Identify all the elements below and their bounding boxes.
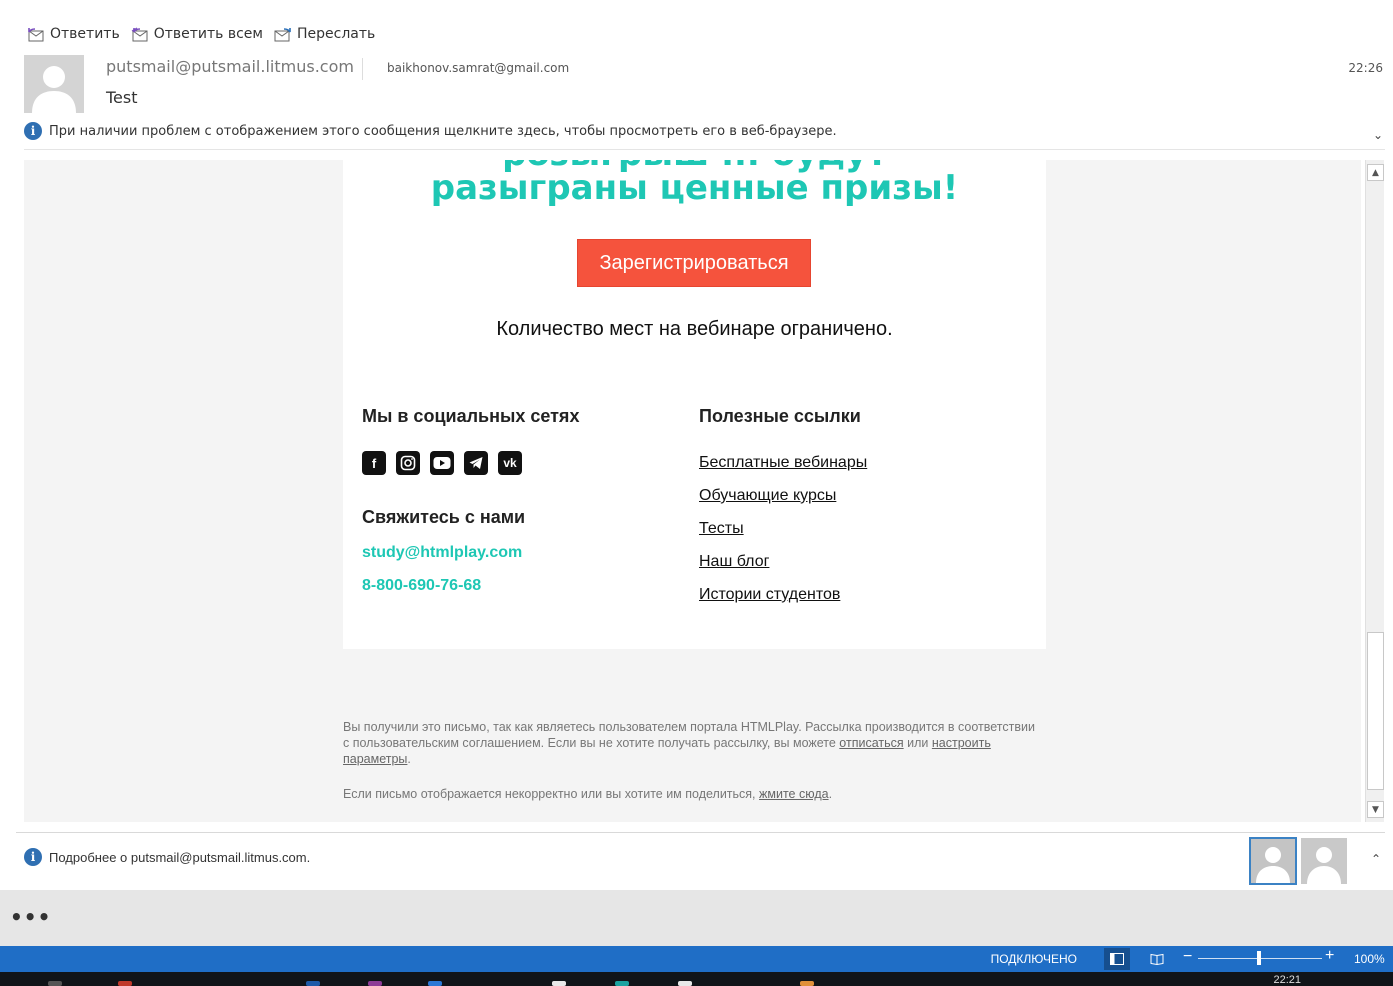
- taskbar-app-icon[interactable]: [48, 981, 62, 986]
- forward-label: Переслать: [296, 26, 376, 42]
- people-pane-separator: [16, 832, 1385, 833]
- normal-view-icon: [1110, 953, 1124, 965]
- person-icon: [32, 66, 76, 113]
- navigation-band: [0, 890, 1393, 946]
- scroll-up-arrow-icon[interactable]: ▲: [1367, 164, 1384, 181]
- contact-heading: Свяжитесь с нами: [362, 507, 526, 527]
- taskbar-clock: 22:21: [1273, 974, 1301, 986]
- social-heading: Мы в социальных сетях: [362, 406, 580, 426]
- zoom-slider-knob[interactable]: [1257, 951, 1261, 965]
- taskbar-app-icon[interactable]: [306, 981, 320, 986]
- recipient-address[interactable]: baikhonov.samrat@gmail.com: [387, 61, 569, 75]
- message-subject: Test: [106, 88, 138, 107]
- sender-avatar: [24, 55, 84, 113]
- header-separator: [24, 149, 1385, 150]
- limited-seats-text: Количество мест на вебинаре ограничено.: [496, 318, 893, 340]
- youtube-icon[interactable]: [430, 451, 454, 475]
- taskbar-app-icon[interactable]: [615, 981, 629, 986]
- register-button[interactable]: Зарегистрироваться: [577, 239, 811, 287]
- scroll-down-arrow-icon[interactable]: ▼: [1367, 801, 1384, 818]
- message-body: розыгрыш ... будут разыграны ценные приз…: [24, 160, 1361, 822]
- reply-all-icon: [131, 27, 148, 42]
- taskbar-app-icon[interactable]: [118, 981, 132, 986]
- zoom-in-button[interactable]: +: [1325, 947, 1334, 965]
- zoom-out-button[interactable]: −: [1183, 948, 1192, 966]
- people-pane-label: Подробнее о putsmail@putsmail.litmus.com…: [49, 849, 311, 865]
- reply-icon: [28, 28, 44, 42]
- reading-view-button[interactable]: [1144, 948, 1170, 970]
- taskbar-app-icon[interactable]: [552, 981, 566, 986]
- scroll-thumb[interactable]: [1367, 632, 1384, 790]
- message-scrollbar[interactable]: ▲ ▼: [1365, 160, 1384, 822]
- click-here-link[interactable]: жмите сюда: [759, 787, 829, 801]
- windows-taskbar: 22:21: [0, 972, 1393, 986]
- link-tests[interactable]: Тесты: [699, 520, 867, 539]
- useful-links-list: Бесплатные вебинары Обучающие курсы Тест…: [699, 454, 867, 619]
- info-icon: i: [24, 122, 42, 140]
- forward-icon: [274, 28, 291, 42]
- taskbar-app-icon[interactable]: [800, 981, 814, 986]
- contact-email-link[interactable]: study@htmlplay.com: [362, 544, 522, 562]
- reply-all-label: Ответить всем: [153, 26, 263, 42]
- people-pane-info[interactable]: i Подробнее о putsmail@putsmail.litmus.c…: [24, 848, 310, 866]
- footer-view-online: Если письмо отображается некорректно или…: [343, 787, 833, 801]
- mail-reading-window: Ответить Ответить всем Переслать putsmai…: [0, 0, 1393, 986]
- footer-view-online-text: Если письмо отображается некорректно или…: [343, 787, 756, 801]
- reply-all-button[interactable]: Ответить всем: [130, 25, 263, 43]
- link-blog[interactable]: Наш блог: [699, 553, 867, 572]
- link-student-stories[interactable]: Истории студентов: [699, 586, 867, 605]
- people-avatar-selected[interactable]: [1249, 837, 1297, 885]
- footer-or: или: [907, 736, 929, 750]
- forward-button[interactable]: Переслать: [273, 25, 375, 43]
- people-pane-chevron-up-icon[interactable]: ⌃: [1371, 852, 1381, 866]
- reply-label: Ответить: [50, 26, 120, 42]
- link-free-webinars[interactable]: Бесплатные вебинары: [699, 454, 867, 473]
- taskbar-app-icon[interactable]: [368, 981, 382, 986]
- instagram-icon[interactable]: [396, 451, 420, 475]
- vk-icon[interactable]: vk: [498, 451, 522, 475]
- taskbar-app-icon[interactable]: [678, 981, 692, 986]
- reading-view-icon: [1150, 953, 1164, 965]
- infobar-text: При наличии проблем с отображением этого…: [49, 123, 837, 139]
- unsubscribe-link[interactable]: отписаться: [839, 736, 903, 750]
- person-icon: [1307, 847, 1341, 884]
- people-avatar[interactable]: [1301, 838, 1347, 884]
- contact-phone-link[interactable]: 8-800-690-76-68: [362, 577, 481, 595]
- status-bar: ПОДКЛЮЧЕНО − + 100%: [0, 946, 1393, 972]
- reply-button[interactable]: Ответить: [26, 25, 120, 43]
- link-courses[interactable]: Обучающие курсы: [699, 487, 867, 506]
- info-icon: i: [24, 848, 42, 866]
- email-content-card: розыгрыш ... будут разыграны ценные приз…: [343, 160, 1046, 649]
- zoom-level[interactable]: 100%: [1354, 952, 1385, 966]
- social-icons: f vk: [362, 451, 522, 475]
- telegram-icon[interactable]: [464, 451, 488, 475]
- person-icon: [1256, 847, 1290, 883]
- expand-header-chevron-down-icon[interactable]: ⌄: [1373, 128, 1383, 142]
- connection-status: ПОДКЛЮЧЕНО: [990, 952, 1077, 966]
- message-toolbar: Ответить Ответить всем Переслать: [26, 22, 375, 46]
- taskbar-app-icon[interactable]: [428, 981, 442, 986]
- received-time: 22:26: [1348, 61, 1383, 75]
- header-divider: [362, 58, 363, 80]
- sender-address[interactable]: putsmail@putsmail.litmus.com: [106, 57, 354, 76]
- normal-view-button[interactable]: [1104, 948, 1130, 970]
- footer-disclaimer: Вы получили это письмо, так как являетес…: [343, 720, 1035, 766]
- email-headline: разыграны ценные призы!: [430, 168, 959, 208]
- links-heading: Полезные ссылки: [699, 406, 861, 426]
- facebook-icon[interactable]: f: [362, 451, 386, 475]
- browser-view-infobar[interactable]: i При наличии проблем с отображением это…: [24, 118, 1385, 144]
- more-options-button[interactable]: •••: [10, 905, 51, 929]
